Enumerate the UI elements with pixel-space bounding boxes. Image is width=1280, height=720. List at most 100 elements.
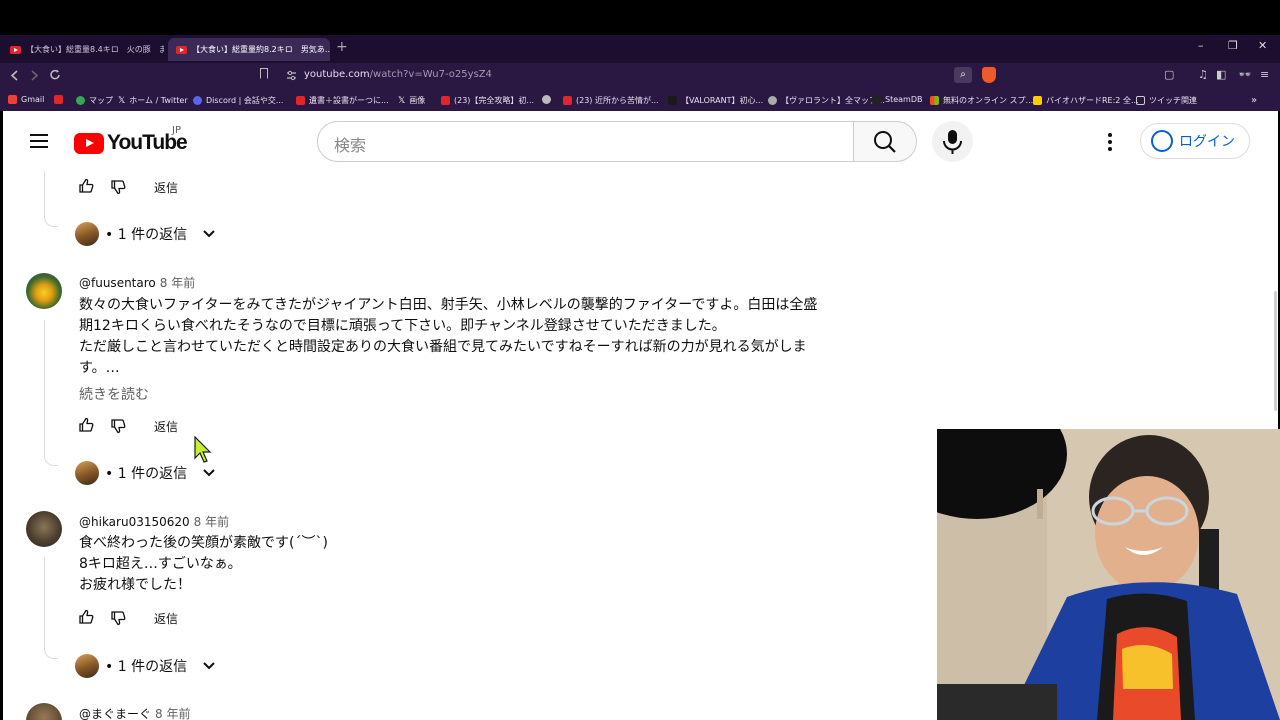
tab-title: 【大食い】総重量8.4キロ 火の豚 まぜそば… — [26, 45, 164, 54]
reply-button[interactable]: 返信 — [154, 418, 178, 435]
forward-arrow-icon[interactable] — [30, 70, 39, 81]
site-icon — [768, 96, 777, 105]
youtube-icon — [441, 96, 450, 105]
browser-tab-1[interactable]: 【大食い】総重量8.4キロ 火の豚 まぜそば… — [2, 38, 164, 61]
zoom-magnifier-icon[interactable]: ⌕ — [954, 67, 972, 83]
close-window-button[interactable]: ✕ — [1258, 39, 1267, 52]
bookmark-biohazard[interactable]: バイオハザードRE:2 全... — [1033, 95, 1139, 106]
thumbs-down-icon[interactable] — [110, 418, 126, 434]
mouse-cursor-icon — [194, 436, 212, 463]
comment-author[interactable]: @fuusentaro 8 年前 — [79, 274, 195, 291]
author-handle: @まぐまーぐ — [79, 707, 152, 720]
bookmark-7[interactable]: (23)【完全攻略】初... — [441, 95, 534, 106]
url-host: youtube.com — [304, 69, 370, 80]
view-replies-button[interactable]: • 1 件の返信 — [75, 461, 215, 485]
reply-avatar — [75, 654, 99, 678]
bookmarks-bar: Gmail マップ 𝕏 ホーム / Twitter Discord | 会話や交.… — [0, 89, 1280, 111]
webcam-overlay — [937, 429, 1280, 720]
microphone-icon — [943, 130, 962, 154]
new-tab-button[interactable]: + — [336, 39, 348, 55]
address-bar[interactable]: youtube.com/watch?v=Wu7-o25ysZ4 — [304, 69, 492, 80]
bookmark-gmail[interactable]: Gmail — [8, 95, 44, 104]
brave-shield-icon[interactable] — [982, 67, 996, 83]
search-input[interactable]: 検索 — [317, 121, 854, 162]
replies-count: • 1 件の返信 — [105, 227, 188, 243]
replies-count: • 1 件の返信 — [105, 466, 188, 482]
steamdb-icon — [872, 95, 881, 104]
thumbs-down-icon[interactable] — [110, 610, 126, 626]
browser-toolbar: youtube.com/watch?v=Wu7-o25ysZ4 ⌕ ▢ ♫ ◧ … — [0, 63, 1280, 89]
screen-top-bar — [0, 0, 1280, 35]
comment-author[interactable]: @hikaru03150620 8 年前 — [79, 513, 229, 530]
page-scrollbar-thumb[interactable] — [1274, 291, 1277, 411]
bookmark-star-icon[interactable] — [260, 68, 268, 79]
youtube-header: YouTube JP 検索 ログイン — [3, 111, 1278, 171]
commenter-avatar[interactable] — [26, 703, 62, 720]
site-icon — [296, 96, 305, 105]
bookmark-twitter[interactable]: 𝕏 ホーム / Twitter — [118, 95, 188, 106]
menu-icon[interactable]: ≡ — [1260, 68, 1269, 81]
vertical-dots-icon[interactable] — [1108, 133, 1112, 154]
bookmark-folder-twitch[interactable]: ツイッチ関連 — [1136, 95, 1197, 106]
view-replies-button[interactable]: • 1 件の返信 — [75, 222, 215, 246]
bookmark-discord[interactable]: Discord | 会話や交... — [193, 95, 283, 106]
x-logo-icon: 𝕏 — [118, 95, 126, 106]
bookmark-youtube[interactable] — [54, 95, 63, 104]
sidebar-icon[interactable]: ▢ — [1164, 68, 1174, 81]
glasses-icon[interactable]: 👓 — [1238, 68, 1252, 81]
music-note-icon[interactable]: ♫ — [1198, 68, 1208, 81]
reload-icon[interactable] — [49, 69, 61, 81]
voice-search-button[interactable] — [932, 121, 973, 162]
login-button[interactable]: ログイン — [1140, 123, 1250, 159]
bookmark-8[interactable] — [542, 95, 551, 104]
thumbs-up-icon[interactable] — [78, 417, 94, 433]
site-icon — [668, 96, 677, 105]
reply-button[interactable]: 返信 — [154, 179, 178, 196]
youtube-favicon-icon — [10, 45, 21, 54]
bookmarks-overflow-button[interactable]: » — [1251, 95, 1257, 106]
reply-button[interactable]: 返信 — [154, 610, 178, 627]
thread-line — [44, 557, 58, 659]
bookmark-valorant[interactable]: 【VALORANT】初心... — [668, 95, 763, 106]
thumbs-up-icon[interactable] — [78, 609, 94, 625]
minimize-button[interactable]: – — [1198, 39, 1204, 52]
read-more-link[interactable]: 続きを読む — [79, 384, 149, 404]
tab-title: 【大食い】総重量約8.2キロ 男気あ… — [192, 45, 330, 54]
hamburger-menu-icon[interactable] — [30, 134, 48, 148]
youtube-icon — [563, 96, 572, 105]
comment-date: 8 年前 — [155, 707, 191, 720]
discord-icon — [193, 96, 202, 105]
screen: 【大食い】総重量8.4キロ 火の豚 まぜそば… 【大食い】総重量約8.2キロ 男… — [0, 0, 1280, 720]
thumbs-down-icon[interactable] — [110, 179, 126, 195]
browser-tab-2-active[interactable]: 【大食い】総重量約8.2キロ 男気あ… × — [168, 38, 330, 61]
browser-tab-bar: 【大食い】総重量8.4キロ 火の豚 まぜそば… 【大食い】総重量約8.2キロ 男… — [0, 35, 1280, 63]
bookmark-5[interactable]: 遺書＋設書がーつに... — [296, 95, 389, 106]
folder-icon — [1136, 96, 1145, 105]
reply-avatar — [75, 461, 99, 485]
author-handle: @hikaru03150620 — [79, 515, 190, 529]
x-logo-icon: 𝕏 — [398, 95, 406, 106]
comment-author[interactable]: @まぐまーぐ 8 年前 — [79, 705, 190, 720]
youtube-logo[interactable]: YouTube JP — [74, 125, 188, 155]
comment-text: 数々の大食いファイターをみてきたがジャイアント白田、射手矢、小林レベルの襲撃的フ… — [79, 297, 818, 376]
thumbs-up-icon[interactable] — [78, 178, 94, 194]
bookmark-valorant-maps[interactable]: 【ヴァロラント】全マップ... — [768, 95, 885, 106]
youtube-icon — [54, 95, 63, 104]
view-replies-button[interactable]: • 1 件の返信 — [75, 654, 215, 678]
chevron-down-icon — [203, 469, 215, 477]
site-settings-icon[interactable] — [286, 70, 297, 81]
commenter-avatar[interactable] — [26, 273, 62, 309]
search-button[interactable] — [854, 121, 917, 162]
globe-icon — [542, 95, 551, 104]
back-arrow-icon[interactable] — [10, 70, 19, 81]
bookmark-9[interactable]: (23) 近所から苦情が... — [563, 95, 659, 106]
bookmark-maps[interactable]: マップ — [76, 95, 113, 106]
account-circle-icon — [1151, 130, 1173, 152]
maximize-button[interactable]: ❐ — [1228, 39, 1238, 52]
split-view-icon[interactable]: ◧ — [1216, 68, 1226, 81]
commenter-avatar[interactable] — [26, 511, 62, 547]
bookmark-spreadsheet[interactable]: 無料のオンライン スプ... — [930, 95, 1033, 106]
bookmark-steamdb[interactable]: SteamDB — [872, 95, 922, 104]
search-icon — [874, 131, 896, 153]
bookmark-images[interactable]: 𝕏 画像 — [398, 95, 425, 106]
